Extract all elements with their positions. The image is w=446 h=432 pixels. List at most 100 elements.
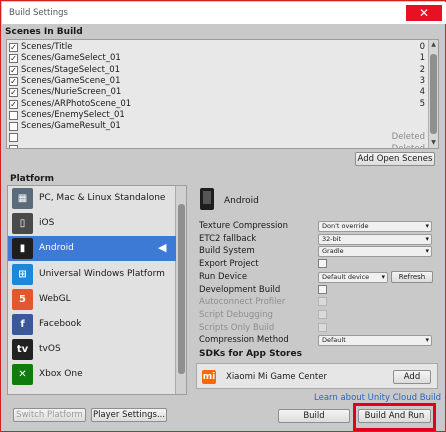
scene-checkbox[interactable]: [9, 110, 18, 120]
setting-dropdown[interactable]: Don't override: [318, 221, 432, 232]
platform-label: Xbox One: [39, 369, 83, 380]
scroll-up-icon[interactable]: ▲: [429, 40, 438, 50]
setting-checkbox: [318, 297, 327, 307]
setting-label: Scripts Only Build: [199, 322, 275, 333]
scene-index: 1: [419, 53, 425, 64]
scene-name: Scenes/StageSelect_01: [21, 64, 121, 75]
scene-row-deleted[interactable]: Deleted: [9, 132, 429, 143]
switch-platform-button[interactable]: Switch Platform: [13, 408, 86, 422]
setting-dropdown[interactable]: Default: [318, 335, 432, 347]
setting-label: ETC2 fallback: [199, 233, 257, 244]
setting-row: Scripts Only Build: [199, 322, 439, 334]
scene-checkbox[interactable]: ✓: [9, 54, 18, 64]
scene-checkbox[interactable]: [9, 122, 18, 132]
scene-row[interactable]: ✓ Scenes/StageSelect_01 2: [9, 65, 429, 76]
highlight-box: [353, 403, 436, 431]
scene-checkbox[interactable]: ✓: [9, 99, 18, 109]
refresh-button[interactable]: Refresh: [391, 270, 433, 283]
scroll-thumb[interactable]: [430, 54, 437, 134]
scene-row[interactable]: ✓ Scenes/Title 0: [9, 42, 429, 53]
setting-checkbox: [318, 309, 327, 319]
platform-list[interactable]: ▦ PC, Mac & Linux Standalone ▯ iOS ▮ Android ◀…: [7, 185, 187, 395]
platform-item[interactable]: ✕ Xbox One: [8, 362, 176, 387]
setting-label: Compression Method: [199, 335, 289, 346]
setting-row: Script Debugging: [199, 309, 439, 321]
platform-item[interactable]: ▦ PC, Mac & Linux Standalone: [8, 186, 176, 211]
setting-label: Texture Compression: [199, 221, 288, 231]
scene-checkbox[interactable]: [9, 133, 18, 143]
platform-scrollbar[interactable]: [175, 186, 186, 394]
scene-row-deleted[interactable]: Deleted: [9, 143, 429, 149]
scene-checkbox[interactable]: ✓: [9, 88, 18, 98]
scene-name: Scenes/Title: [21, 42, 73, 52]
setting-row: Texture Compression Don't override: [199, 220, 439, 232]
facebook-icon: f: [12, 314, 33, 335]
setting-checkbox[interactable]: [318, 259, 327, 269]
platform-item[interactable]: tv tvOS: [8, 337, 176, 362]
scene-name: Scenes/GameScene_01: [21, 75, 121, 86]
setting-row: Development Build: [199, 284, 439, 296]
run-device-dropdown[interactable]: Default device: [318, 271, 388, 283]
scroll-down-icon[interactable]: ▼: [429, 138, 438, 148]
scene-row[interactable]: Scenes/GameResult_01: [9, 121, 429, 132]
deleted-label: Deleted: [391, 132, 425, 143]
scene-checkbox[interactable]: ✓: [9, 65, 18, 75]
setting-row: Export Project: [199, 258, 439, 270]
setting-dropdown[interactable]: Gradle: [318, 246, 432, 258]
setting-row: Autoconnect Profiler: [199, 296, 439, 308]
html5-icon: 5: [12, 288, 33, 310]
scene-name: Scenes/GameResult_01: [21, 121, 121, 132]
scene-row[interactable]: Scenes/EnemySelect_01: [9, 110, 429, 121]
scene-index: 3: [419, 75, 425, 86]
scenes-scrollbar[interactable]: ▲ ▼: [428, 40, 438, 148]
platform-label: Android: [39, 243, 74, 254]
cloud-build-link[interactable]: Learn about Unity Cloud Build: [314, 393, 441, 403]
scene-row[interactable]: ✓ Scenes/GameScene_01 3: [9, 76, 429, 87]
player-settings-button[interactable]: Player Settings...: [91, 408, 167, 422]
scene-name: Scenes/GameSelect_01: [21, 53, 121, 64]
setting-checkbox[interactable]: [318, 284, 327, 294]
window-title: Build Settings: [9, 8, 68, 18]
platform-label: WebGL: [39, 293, 71, 304]
add-sdk-button[interactable]: Add: [393, 370, 431, 384]
setting-label: Run Device: [199, 271, 248, 282]
scene-row[interactable]: ✓ Scenes/NurieScreen_01 4: [9, 87, 429, 98]
platform-label: PC, Mac & Linux Standalone: [39, 193, 166, 203]
platform-label: Universal Windows Platform: [39, 268, 165, 279]
platform-item[interactable]: ▮ Android ◀: [8, 236, 176, 262]
unity-logo-icon: ◀: [158, 241, 167, 255]
deleted-label: Deleted: [391, 143, 425, 149]
add-open-scenes-button[interactable]: Add Open Scenes: [355, 152, 435, 166]
platform-label: Facebook: [39, 319, 82, 329]
xiaomi-icon: mi: [202, 370, 216, 384]
platform-item[interactable]: 5 WebGL: [8, 287, 176, 312]
scene-checkbox[interactable]: ✓: [9, 43, 18, 52]
scroll-thumb[interactable]: [178, 204, 185, 374]
scenes-in-build-header: Scenes In Build: [5, 27, 83, 37]
pc-mac-linux-icon: ▦: [12, 188, 33, 209]
platform-label: tvOS: [39, 344, 61, 355]
setting-label: Export Project: [199, 259, 259, 270]
scene-checkbox[interactable]: [9, 144, 18, 148]
android-icon: [200, 188, 214, 210]
setting-row: Compression Method Default: [199, 334, 439, 347]
scene-row[interactable]: ✓ Scenes/GameSelect_01 1: [9, 53, 429, 64]
scene-row[interactable]: ✓ Scenes/ARPhotoScene_01 5: [9, 99, 429, 110]
scene-name: Scenes/ARPhotoScene_01: [21, 98, 132, 109]
android-icon: ▮: [12, 238, 33, 260]
platform-settings-title: Android: [224, 196, 259, 206]
build-button[interactable]: Build: [278, 409, 350, 423]
platform-item[interactable]: ▯ iOS: [8, 211, 176, 236]
setting-dropdown[interactable]: 32-bit: [318, 233, 432, 245]
sdk-name: Xiaomi Mi Game Center: [226, 372, 327, 382]
windows-icon: ⊞: [12, 263, 33, 285]
scene-checkbox[interactable]: ✓: [9, 76, 18, 86]
platform-item[interactable]: ⊞ Universal Windows Platform: [8, 262, 176, 287]
scenes-list[interactable]: ▲ ▼ ✓ Scenes/Title 0 ✓ Scenes/GameSelect_01 1…: [6, 39, 439, 149]
title-bar: Build Settings ✕: [2, 2, 446, 24]
sdks-header: SDKs for App Stores: [199, 349, 302, 359]
platform-item[interactable]: f Facebook: [8, 312, 176, 337]
setting-row: Run Device Default deviceRefresh: [199, 270, 439, 283]
close-icon[interactable]: ✕: [406, 5, 442, 21]
scene-index: 5: [419, 98, 425, 109]
